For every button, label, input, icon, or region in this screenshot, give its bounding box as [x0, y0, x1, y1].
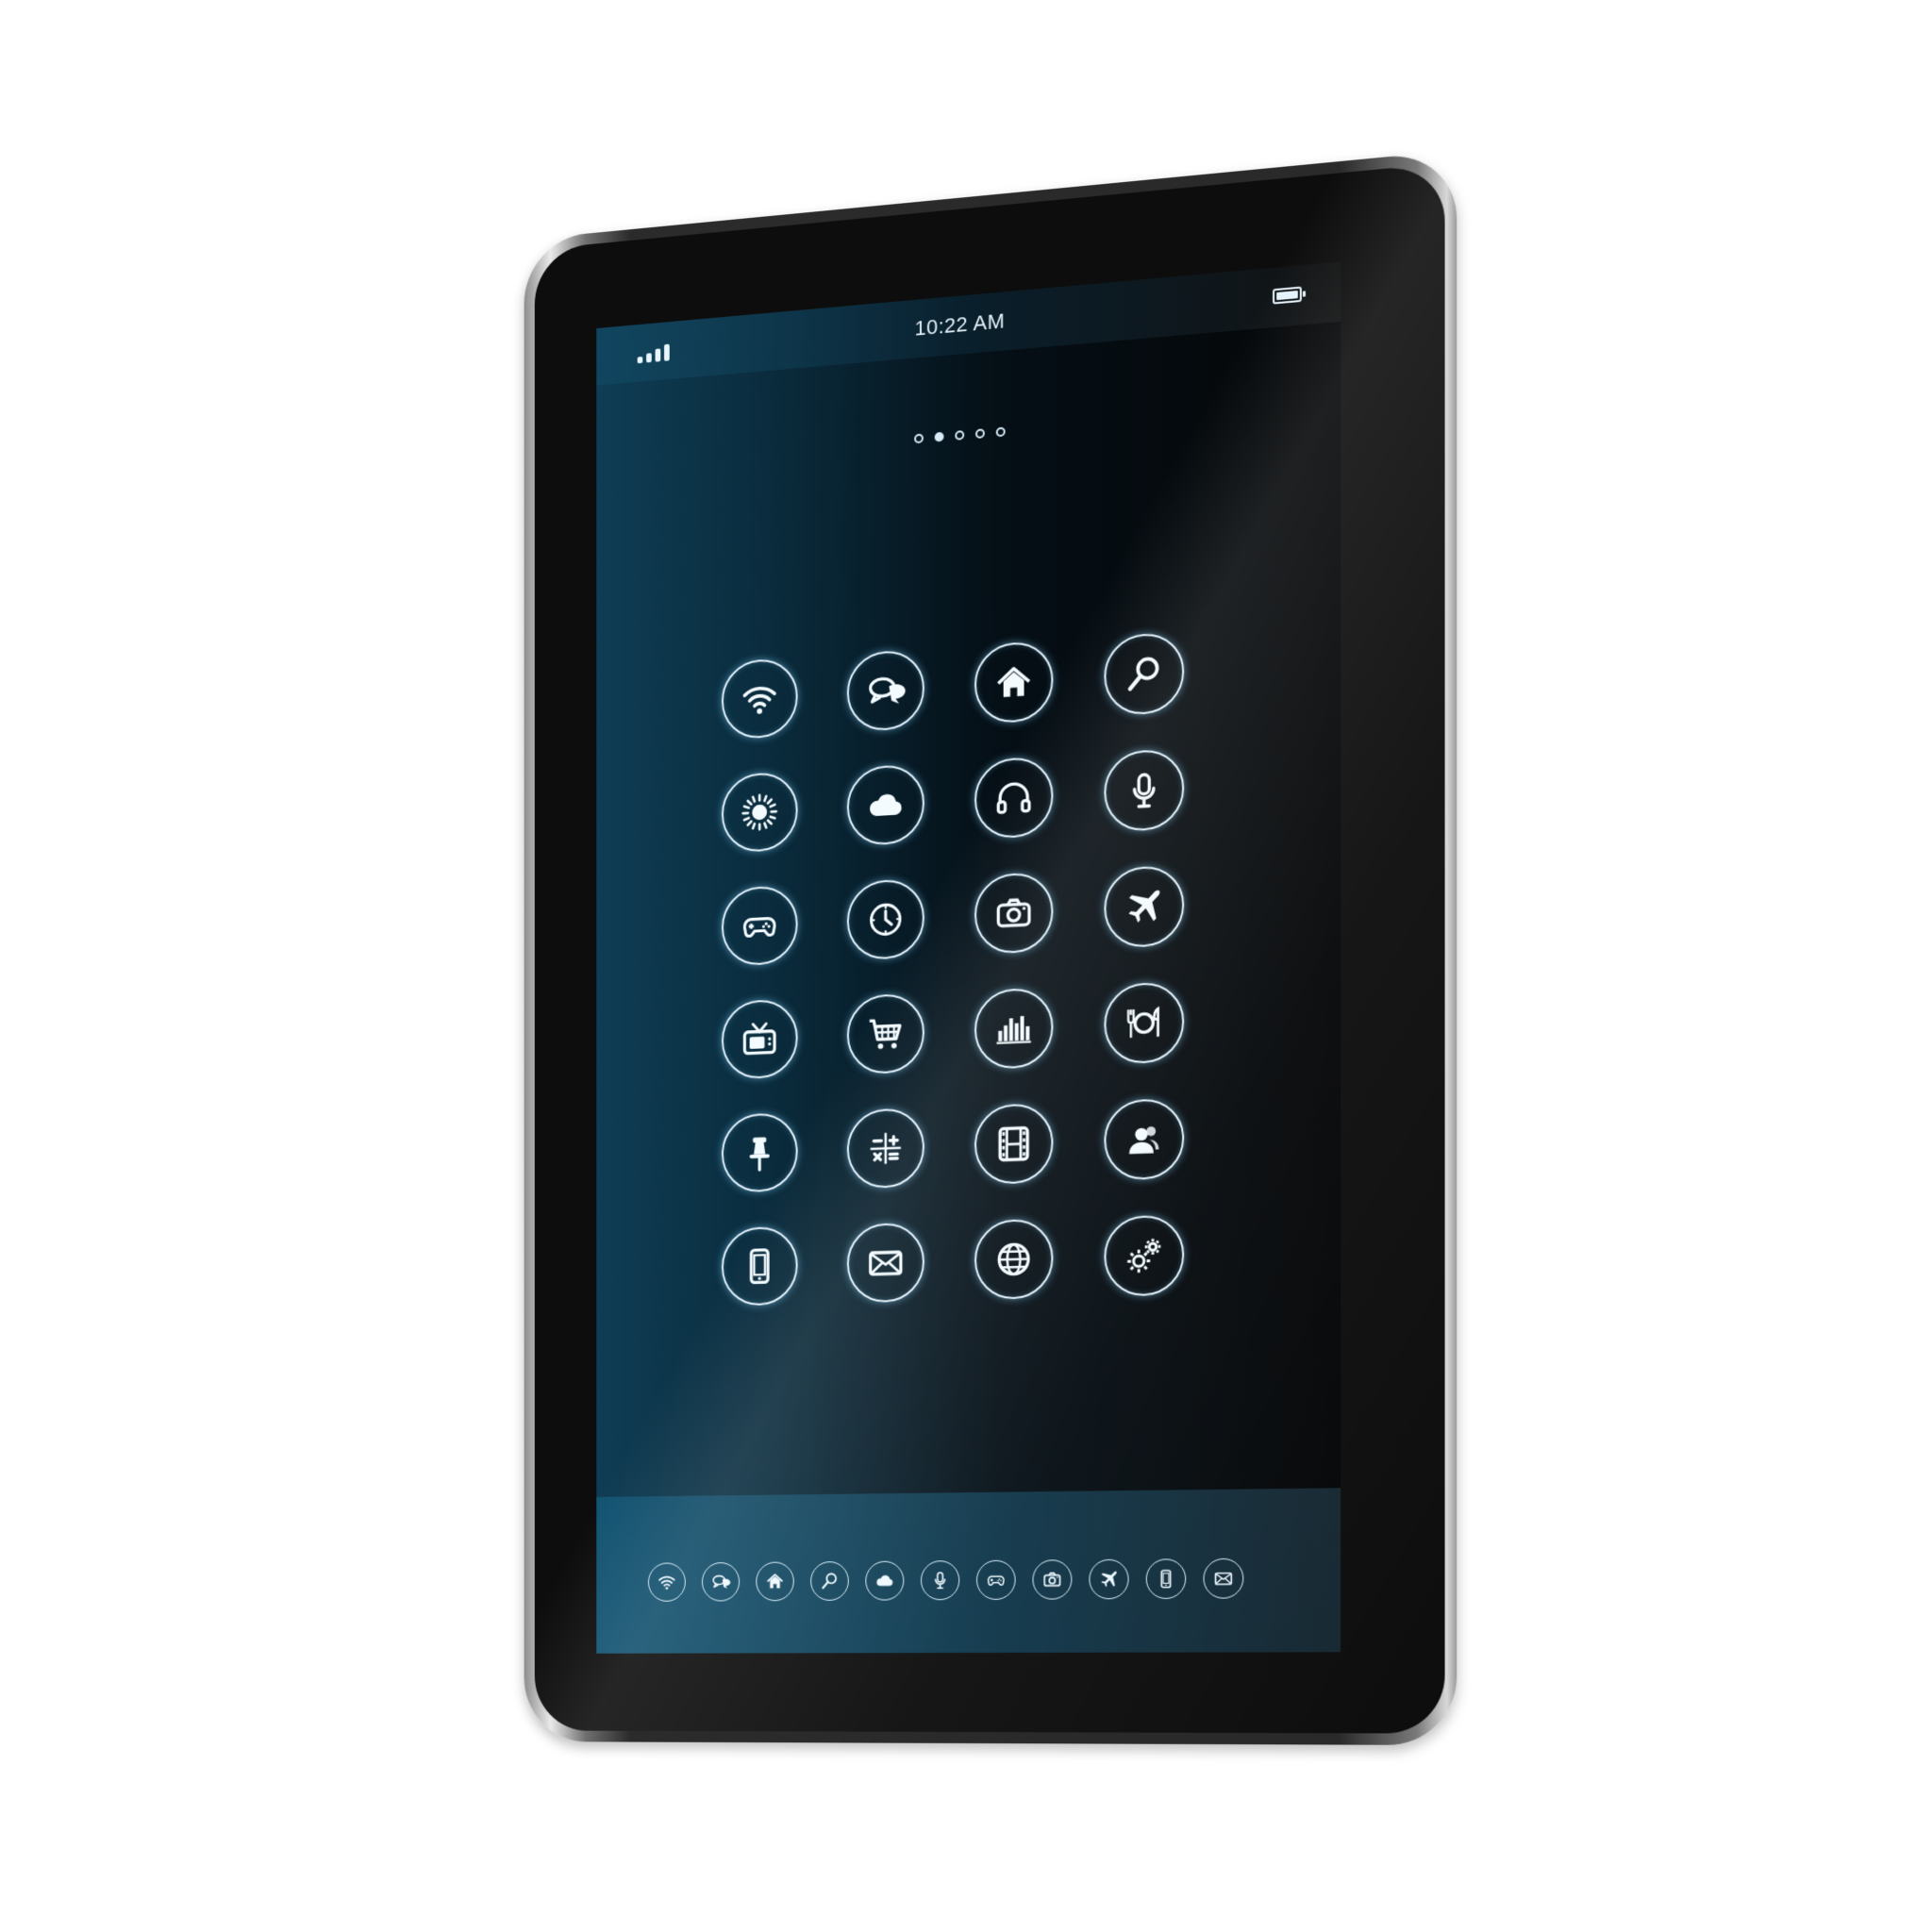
tablet-screen[interactable]: 10:22 AM [596, 261, 1341, 1653]
airplane-icon [1124, 885, 1165, 929]
pushpin-icon [740, 1132, 779, 1174]
app-pushpin-button[interactable] [722, 1112, 798, 1193]
tablet-device: 10:22 AM [525, 150, 1457, 1745]
app-bar-chart-button[interactable] [974, 987, 1053, 1070]
tablet-bezel: 10:22 AM [535, 163, 1445, 1734]
app-wifi-button[interactable] [722, 658, 798, 741]
dock-wifi-button[interactable] [648, 1562, 686, 1601]
app-search-button[interactable] [1104, 631, 1184, 716]
cart-icon [865, 1012, 906, 1056]
mail-icon [865, 1241, 906, 1284]
app-clock-button[interactable] [847, 878, 924, 961]
app-headphones-button[interactable] [974, 756, 1053, 840]
home-icon [993, 660, 1035, 705]
dining-icon [1124, 1001, 1165, 1044]
chat-icon [710, 1572, 730, 1592]
headphones-icon [993, 775, 1035, 820]
dock-chat-button[interactable] [702, 1562, 740, 1602]
home-icon [765, 1571, 785, 1591]
dock-camera-button[interactable] [1032, 1559, 1072, 1599]
app-sun-button[interactable] [722, 771, 798, 853]
clock-icon [865, 898, 906, 941]
wifi-icon [740, 677, 779, 721]
status-bar: 10:22 AM [596, 261, 1341, 385]
app-settings-button[interactable] [1104, 1214, 1184, 1296]
battery-icon [1273, 287, 1302, 305]
app-airplane-button[interactable] [1104, 865, 1184, 949]
app-home-button[interactable] [974, 641, 1053, 725]
dock [596, 1488, 1341, 1653]
background: 10:22 AM [0, 0, 1932, 1932]
page-indicator[interactable] [596, 400, 1341, 470]
page-dot[interactable] [955, 430, 964, 441]
tv-icon [740, 1018, 779, 1060]
cloud-icon [874, 1571, 894, 1591]
phone-icon [1156, 1568, 1176, 1589]
app-microphone-button[interactable] [1104, 748, 1184, 833]
app-phone-button[interactable] [722, 1226, 798, 1307]
camera-icon [993, 891, 1035, 935]
settings-icon [1124, 1234, 1165, 1277]
gamepad-icon [986, 1570, 1007, 1591]
bar-chart-icon [993, 1007, 1035, 1050]
app-calculator-button[interactable] [847, 1108, 924, 1189]
search-icon [820, 1571, 840, 1591]
app-cloud-button[interactable] [847, 763, 924, 846]
app-tv-button[interactable] [722, 998, 798, 1079]
contact-icon [1124, 1118, 1165, 1161]
gamepad-icon [740, 905, 779, 947]
wifi-icon [657, 1572, 676, 1592]
page-dot[interactable] [914, 434, 924, 444]
app-cart-button[interactable] [847, 992, 924, 1074]
camera-icon [1041, 1569, 1062, 1590]
page-dot[interactable] [975, 428, 985, 439]
dock-phone-button[interactable] [1146, 1558, 1187, 1599]
mail-icon [1213, 1568, 1234, 1589]
app-grid [722, 631, 1184, 1306]
page-dot[interactable] [996, 427, 1006, 438]
dock-search-button[interactable] [810, 1561, 849, 1601]
dock-gamepad-button[interactable] [976, 1560, 1016, 1600]
airplane-icon [1098, 1569, 1119, 1590]
app-contact-button[interactable] [1104, 1098, 1184, 1181]
app-mail-button[interactable] [847, 1223, 924, 1304]
cloud-icon [865, 783, 906, 826]
app-camera-button[interactable] [974, 872, 1053, 955]
microphone-icon [930, 1570, 951, 1591]
film-icon [993, 1123, 1035, 1166]
battery-level [1276, 291, 1298, 300]
app-film-button[interactable] [974, 1103, 1053, 1185]
dock-microphone-button[interactable] [921, 1560, 959, 1600]
dock-icons [648, 1558, 1243, 1602]
dock-mail-button[interactable] [1204, 1558, 1244, 1599]
chat-icon [865, 669, 906, 713]
sun-icon [740, 791, 779, 834]
app-gamepad-button[interactable] [722, 885, 798, 967]
microphone-icon [1124, 768, 1165, 812]
dock-cloud-button[interactable] [865, 1561, 904, 1601]
page-dot[interactable] [935, 432, 944, 442]
status-time: 10:22 AM [596, 279, 1341, 369]
app-dining-button[interactable] [1104, 981, 1184, 1064]
dock-airplane-button[interactable] [1089, 1559, 1128, 1600]
globe-icon [993, 1238, 1035, 1280]
phone-icon [740, 1245, 779, 1288]
dock-home-button[interactable] [756, 1562, 793, 1602]
app-chat-button[interactable] [847, 649, 924, 733]
search-icon [1124, 652, 1165, 696]
calculator-icon [865, 1127, 906, 1170]
app-globe-button[interactable] [974, 1219, 1053, 1300]
